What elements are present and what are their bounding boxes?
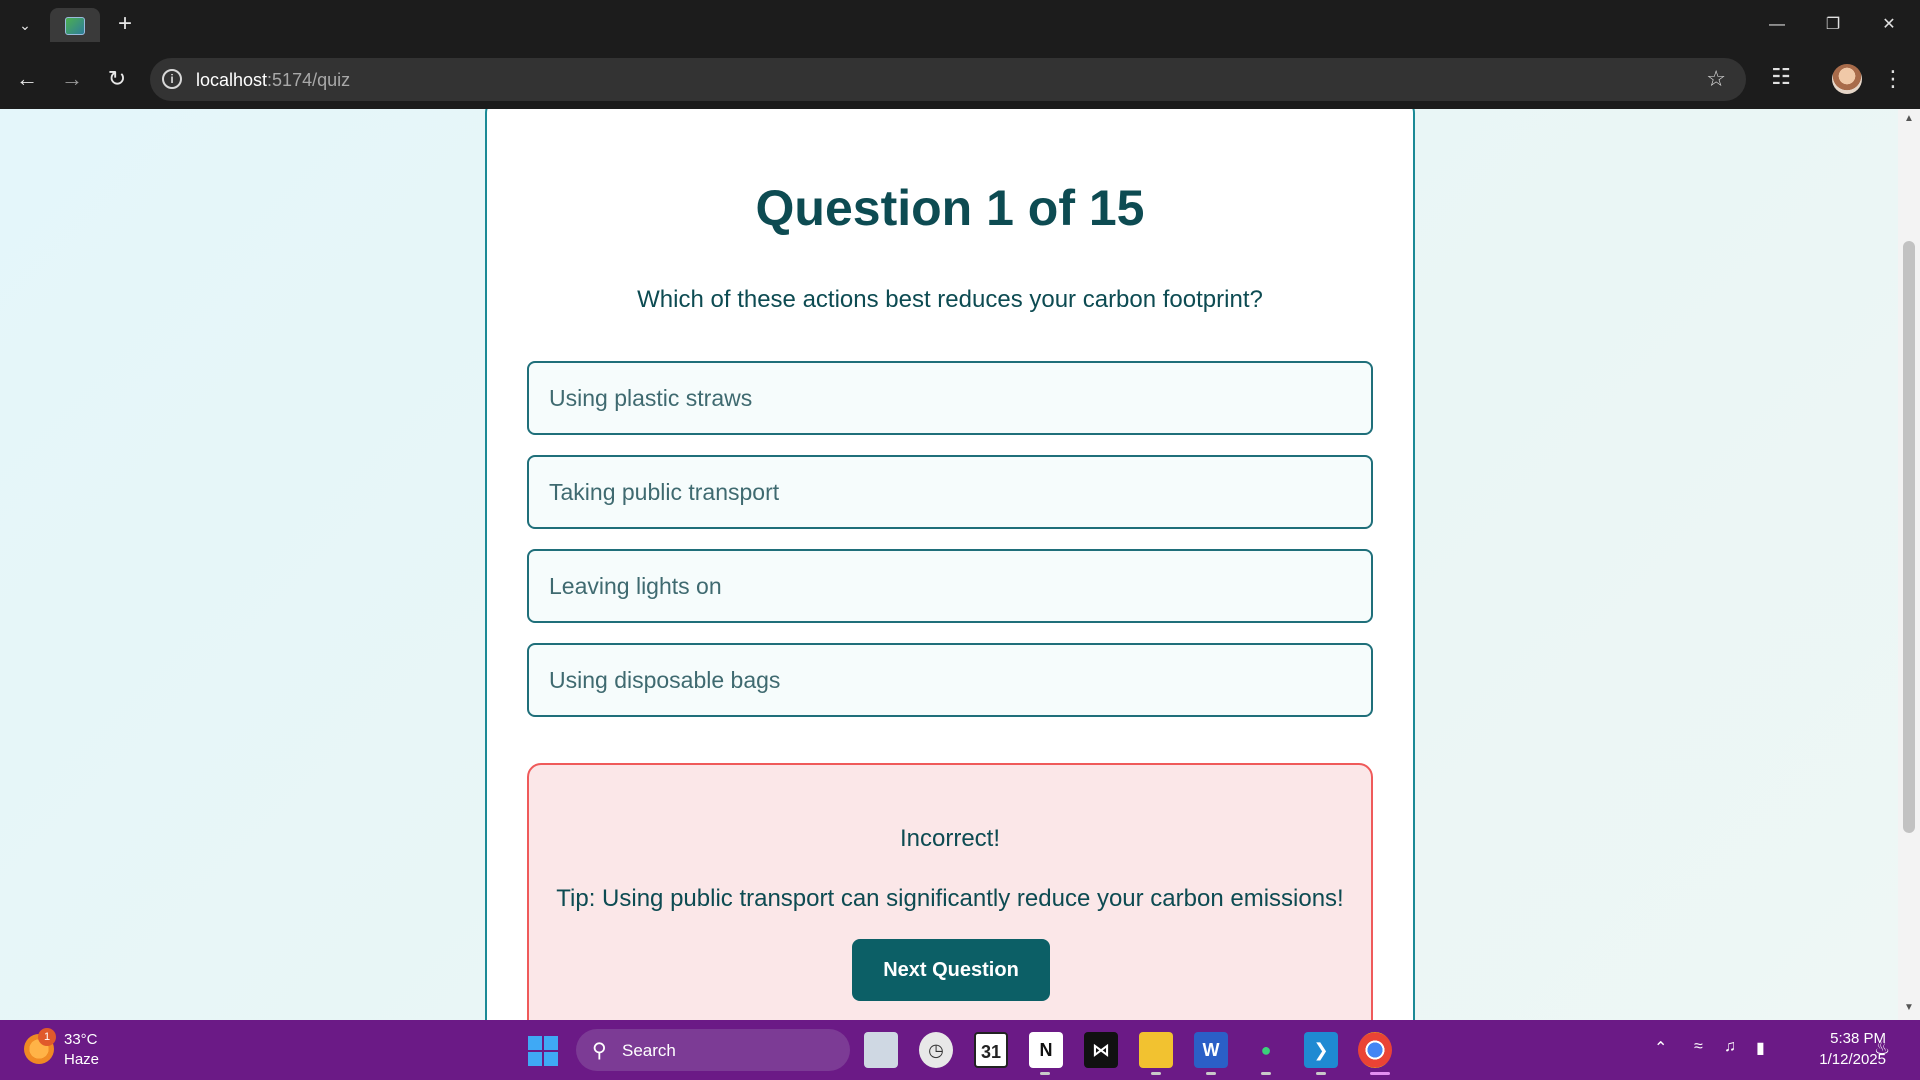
calendar-app-icon[interactable]: 31 [974,1032,1008,1068]
browser-tab-active[interactable] [50,8,100,42]
browser-tab-bar: ⌄ + — ❐ ✕ [0,0,1920,50]
feedback-status: Incorrect! [899,825,1001,852]
page-viewport: Question 1 of 15 Which of these actions … [0,109,1920,1020]
browser-toolbar: ← → ↻ i localhost:5174/quiz ☆ ☷ ⋮ [0,50,1920,109]
question-text: Which of these actions best reduces your… [637,286,1263,313]
forward-arrow-icon[interactable]: → [57,64,87,94]
app-running-indicator [1040,1072,1050,1075]
chrome-app-icon[interactable] [1358,1032,1392,1068]
vscode-app-icon[interactable]: ❯ [1304,1032,1338,1068]
app-running-indicator [1261,1072,1271,1075]
pear-app-icon[interactable]: ● [1249,1032,1283,1068]
search-icon: ⚲ [592,1040,607,1062]
notion-app-icon[interactable]: N [1029,1032,1063,1068]
address-bar[interactable]: i localhost:5174/quiz ☆ [150,58,1746,101]
notification-bell-icon[interactable]: ♨ [1874,1038,1894,1060]
answer-option[interactable]: Using plastic straws [527,361,1373,435]
taskbar-search[interactable]: ⚲ Search [576,1029,850,1071]
clock-app-icon[interactable]: ◷ [919,1032,953,1068]
windows-taskbar: 1 33°C Haze ⚲ Search ◷ 31 N ⋈ W ● ❯ ⌃ ≈ … [0,1020,1920,1080]
taskbar-date[interactable]: 1/12/2025 [1786,1051,1886,1068]
volume-icon[interactable]: ♫ [1724,1038,1736,1056]
profile-avatar[interactable] [1832,64,1862,94]
word-app-icon[interactable]: W [1194,1032,1228,1068]
weather-notification-badge: 1 [38,1028,56,1046]
scroll-down-arrow-icon[interactable]: ▼ [1902,1002,1916,1014]
weather-temperature[interactable]: 33°C [64,1031,98,1048]
app-active-indicator [1370,1072,1390,1075]
url-host: localhost [196,70,268,90]
close-window-icon[interactable]: ✕ [1866,10,1912,40]
feedback-tip: Tip: Using public transport can signific… [556,885,1344,912]
url-path: :5174/quiz [267,70,351,90]
weather-condition[interactable]: Haze [64,1051,99,1068]
reload-icon[interactable]: ↻ [102,64,132,94]
scrollbar-thumb[interactable] [1903,241,1915,833]
next-question-button[interactable]: Next Question [852,939,1050,1001]
back-arrow-icon[interactable]: ← [12,64,42,94]
bookmark-star-icon[interactable]: ☆ [1706,66,1726,92]
battery-icon[interactable]: ▮ [1756,1038,1765,1058]
page-scrollbar[interactable]: ▲ ▼ [1898,109,1920,1020]
new-tab-plus-icon[interactable]: + [112,12,138,38]
site-favicon-icon [65,17,85,35]
app-running-indicator [1316,1072,1326,1075]
quiz-card: Question 1 of 15 Which of these actions … [485,109,1415,1020]
site-info-icon[interactable]: i [162,69,182,89]
task-view-icon[interactable] [864,1032,898,1068]
wifi-icon[interactable]: ≈ [1694,1038,1703,1056]
answer-option[interactable]: Taking public transport [527,455,1373,529]
answer-option[interactable]: Using disposable bags [527,643,1373,717]
extensions-puzzle-icon[interactable]: ☷ [1766,64,1796,94]
app-running-indicator [1151,1072,1161,1075]
search-label: Search [622,1041,676,1060]
question-counter-title: Question 1 of 15 [755,180,1145,236]
minimize-icon[interactable]: — [1754,10,1800,40]
feedback-panel: Incorrect! Tip: Using public transport c… [527,763,1373,1020]
capcut-app-icon[interactable]: ⋈ [1084,1032,1118,1068]
file-explorer-icon[interactable] [1139,1032,1173,1068]
tray-overflow-chevron-icon[interactable]: ⌃ [1654,1038,1667,1058]
restore-icon[interactable]: ❐ [1810,10,1856,40]
scroll-up-arrow-icon[interactable]: ▲ [1902,113,1916,125]
tab-search-chevron-icon[interactable]: ⌄ [12,12,38,38]
app-running-indicator [1206,1072,1216,1075]
url-text[interactable]: localhost:5174/quiz [196,70,350,91]
browser-menu-icon[interactable]: ⋮ [1880,62,1906,96]
windows-start-icon[interactable] [528,1036,558,1066]
answer-option[interactable]: Leaving lights on [527,549,1373,623]
